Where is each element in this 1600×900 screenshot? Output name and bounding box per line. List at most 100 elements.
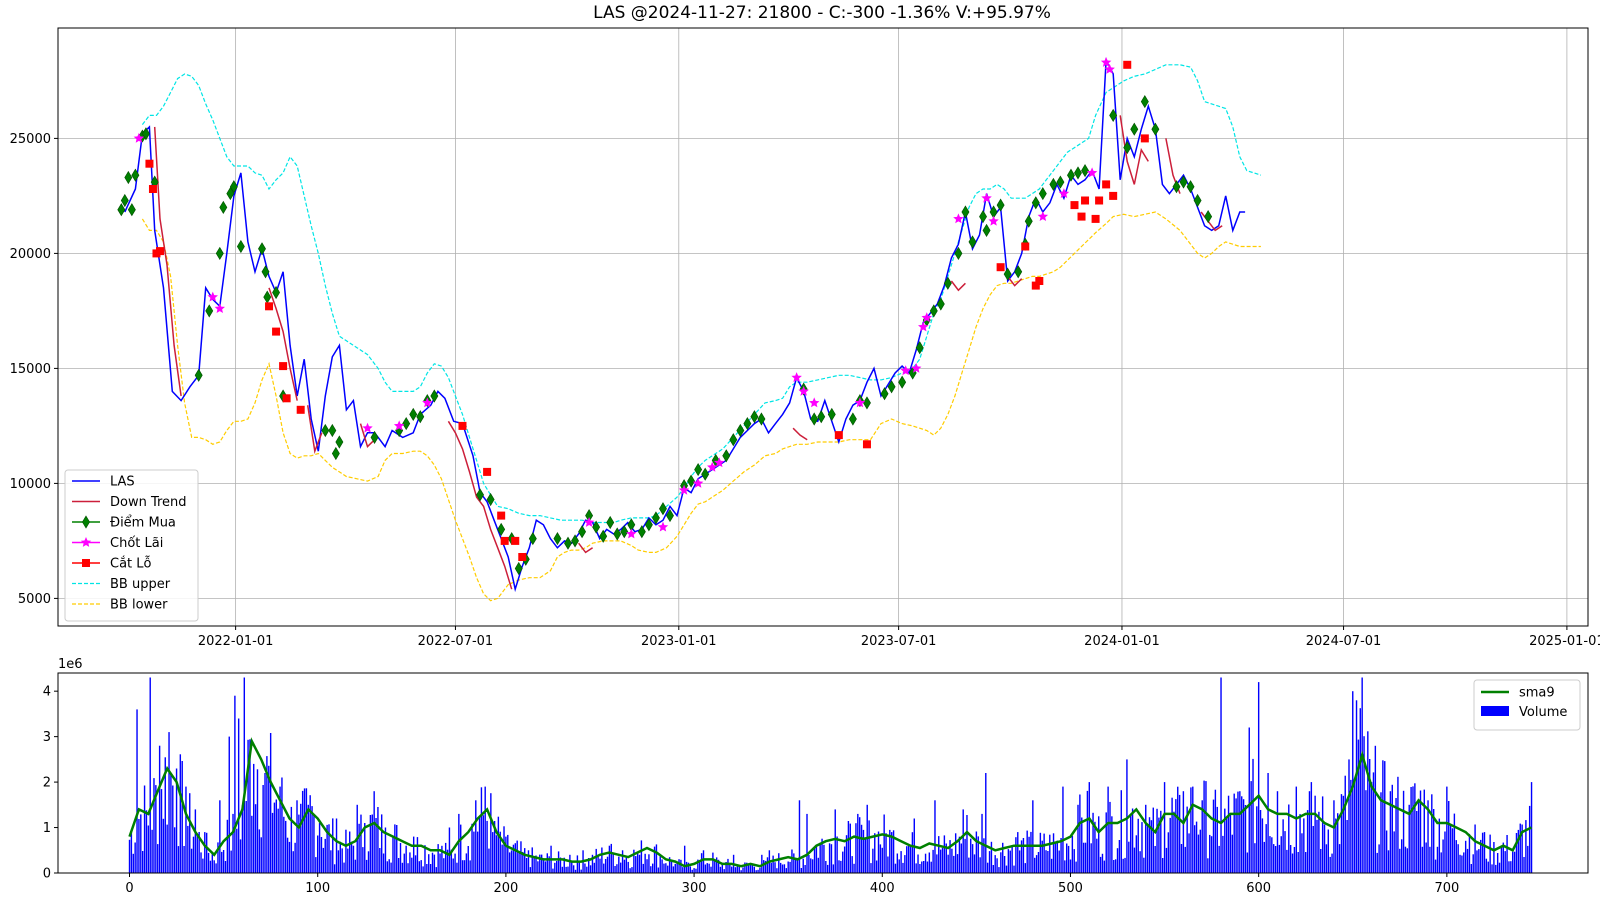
volume-bar xyxy=(183,846,185,873)
volume-bar xyxy=(898,859,900,873)
volume-bar xyxy=(1154,846,1156,873)
volume-bar xyxy=(1299,814,1301,873)
volume-bar xyxy=(1128,841,1130,873)
volume-bar xyxy=(629,868,631,873)
volume-bar xyxy=(173,827,176,873)
volume-bar xyxy=(315,857,317,873)
volume-bar xyxy=(1032,800,1034,873)
buy-marker xyxy=(553,532,562,546)
volume-bar xyxy=(1066,843,1068,873)
volume-bar xyxy=(1464,840,1467,873)
volume-bar xyxy=(531,847,533,873)
volume-bar xyxy=(951,848,953,873)
volume-bar xyxy=(802,858,804,873)
volume-bar xyxy=(836,836,838,873)
volume-bar xyxy=(241,805,244,873)
volume-bar xyxy=(360,814,362,873)
volume-bar xyxy=(352,845,355,873)
volume-bar xyxy=(497,816,500,873)
chart-title: LAS @2024-11-27: 21800 - C:-300 -1.36% V… xyxy=(593,3,1051,23)
volume-bar xyxy=(1098,816,1100,873)
volume-bar xyxy=(796,859,799,873)
volume-bar xyxy=(388,859,390,873)
volume-bar xyxy=(1338,844,1341,873)
volume-bar xyxy=(1274,846,1277,873)
x-tick-label: 400 xyxy=(870,881,895,896)
volume-bar xyxy=(1197,834,1200,873)
volume-bar xyxy=(251,815,253,873)
volume-bar xyxy=(823,844,825,873)
volume-bar xyxy=(1173,811,1175,873)
volume-bar xyxy=(1508,861,1510,873)
buy-marker xyxy=(236,239,245,254)
volume-bar xyxy=(1024,863,1027,873)
volume-bar xyxy=(1114,859,1117,873)
volume-bar xyxy=(828,843,831,873)
stop-loss-marker xyxy=(265,302,274,311)
volume-bar xyxy=(1280,836,1282,873)
volume-bar xyxy=(1167,832,1170,873)
volume-bar xyxy=(1081,817,1083,873)
volume-bar xyxy=(243,677,246,873)
stop-loss-marker xyxy=(1109,191,1118,200)
volume-bar xyxy=(1459,854,1461,873)
volume-bar xyxy=(262,785,264,873)
volume-bar xyxy=(1045,850,1047,873)
volume-bar xyxy=(328,824,330,873)
volume-bar xyxy=(552,868,554,873)
volume-bar xyxy=(1252,758,1254,873)
volume-bar xyxy=(454,853,456,873)
volume-bar xyxy=(810,858,812,873)
volume-legend: sma9 Volume xyxy=(1473,679,1581,731)
volume-bar xyxy=(749,864,752,873)
volume-bar xyxy=(1491,864,1493,873)
volume-bar xyxy=(1425,842,1427,873)
volume-bar xyxy=(1416,811,1418,873)
volume-bar xyxy=(1193,825,1196,873)
volume-bar xyxy=(258,829,261,873)
volume-bar xyxy=(723,869,725,873)
volume-bar xyxy=(917,854,919,873)
buy-marker xyxy=(1038,187,1047,201)
volume-bar xyxy=(883,814,885,873)
take-profit-marker xyxy=(626,528,637,539)
volume-bar xyxy=(832,864,835,873)
buy-marker xyxy=(848,412,857,426)
volume-bar xyxy=(1489,834,1491,873)
x-tick-label: 700 xyxy=(1434,881,1459,896)
volume-bar xyxy=(584,863,586,873)
volume-bar xyxy=(904,855,906,873)
volume-bar xyxy=(1303,818,1305,873)
volume-bar xyxy=(345,829,347,873)
volume-bar xyxy=(693,868,695,873)
volume-bar xyxy=(759,867,761,873)
y-tick-label: 0 xyxy=(43,867,51,882)
buy-marker xyxy=(215,246,224,260)
volume-bar xyxy=(1496,853,1499,873)
volume-bar xyxy=(1233,793,1235,873)
stop-loss-marker xyxy=(1070,201,1079,210)
buy-marker xyxy=(514,561,523,576)
volume-bar xyxy=(269,733,272,873)
volume-bar xyxy=(358,823,360,873)
buy-marker xyxy=(606,515,615,530)
y-tick-label: 1 xyxy=(43,821,51,836)
take-profit-marker xyxy=(953,213,964,224)
stop-loss-marker xyxy=(272,327,281,336)
volume-bar xyxy=(646,859,648,873)
volume-bar xyxy=(392,837,394,873)
volume-bar xyxy=(580,869,582,873)
volume-bar xyxy=(1122,858,1124,873)
volume-bar xyxy=(938,836,940,873)
volume-bar xyxy=(277,808,279,873)
volume-bar xyxy=(1278,844,1281,873)
volume-bar xyxy=(1344,775,1346,873)
volume-bar xyxy=(970,838,972,873)
volume-bar xyxy=(962,809,964,873)
volume-bar xyxy=(149,677,151,873)
buy-marker xyxy=(117,203,126,217)
volume-bar xyxy=(1064,860,1066,873)
volume-bar xyxy=(1067,845,1070,873)
volume-bar xyxy=(571,862,573,873)
volume-bar xyxy=(1250,781,1252,873)
